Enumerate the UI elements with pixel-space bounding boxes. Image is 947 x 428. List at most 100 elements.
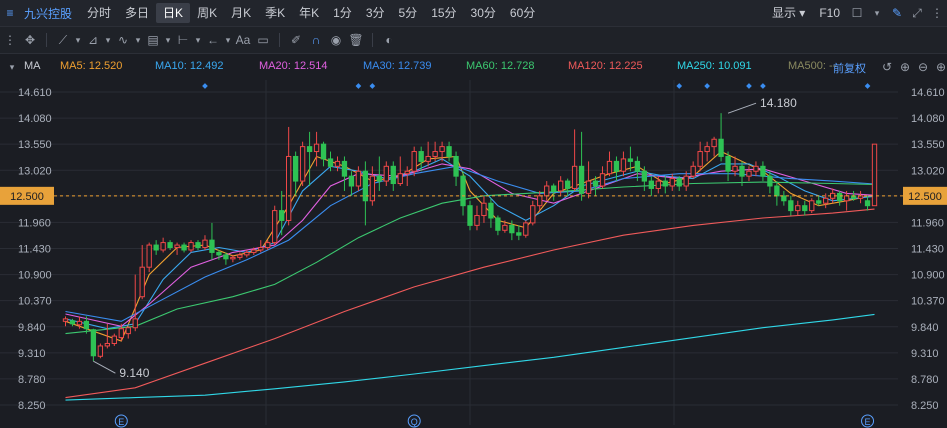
ma20-label: MA20: 12.514 [259, 60, 328, 72]
line-tool-icon[interactable]: ⟋ [53, 30, 73, 50]
left-tick-label: 14.610 [18, 87, 52, 99]
period-tab[interactable]: 多日 [118, 3, 156, 23]
sidebar-expand-icon[interactable]: ≡ [0, 3, 20, 23]
wave-tool-icon[interactable]: ∿ [113, 30, 133, 50]
candle-body [606, 160, 613, 175]
candle-body [816, 200, 822, 204]
period-tab[interactable]: 5分 [392, 3, 425, 23]
adjust-mode-button[interactable]: 前复权 [833, 60, 866, 76]
candle-body [620, 158, 627, 172]
undo-icon[interactable]: ↺ [877, 57, 897, 77]
chevron-down-icon[interactable]: ▾ [223, 30, 233, 50]
signal-marker [704, 83, 710, 89]
annotation-leader [93, 360, 116, 374]
candle-body [195, 242, 201, 249]
period-tab[interactable]: 日K [156, 3, 191, 23]
candle-body [537, 195, 543, 207]
right-tick-label: 11.960 [911, 217, 944, 229]
event-marker-label: E [118, 417, 124, 427]
more-icon[interactable]: ⋮ [927, 3, 947, 23]
candle-body [251, 249, 257, 253]
signal-marker [864, 83, 871, 89]
candle-body [104, 342, 110, 347]
candle-body [265, 242, 271, 249]
candle-body [139, 266, 145, 298]
candle-body [474, 215, 480, 226]
period-tab[interactable]: 周K [190, 3, 224, 23]
period-tab[interactable]: 60分 [503, 3, 542, 23]
candle-body [662, 180, 668, 187]
arrow-tool-icon[interactable]: ← [203, 30, 223, 50]
candle-body [223, 254, 229, 260]
candle-body [481, 202, 487, 217]
candle-body [376, 175, 382, 182]
left-tick-label: 11.430 [18, 244, 51, 256]
signal-marker [369, 83, 376, 89]
toggle-icon[interactable]: ◐ [379, 30, 399, 50]
crosshair-icon[interactable]: ✥ [20, 30, 40, 50]
fullscreen-icon[interactable]: ⤢ [907, 3, 927, 23]
trash-icon[interactable]: 🗑 [346, 30, 366, 50]
candle-body [334, 160, 341, 167]
period-tab[interactable]: 30分 [464, 3, 503, 23]
drawing-toolbar: ⋮ ✥ ⟋ ▾ ⊿ ▾ ∿ ▾ ▤ ▾ ⊢ ▾ ← ▾ Aa ▭ ✐ ∩ ◉ 🗑… [0, 27, 947, 54]
eraser-icon[interactable]: ✐ [286, 30, 306, 50]
comment-icon[interactable]: ▭ [253, 30, 273, 50]
candle-body [397, 173, 403, 185]
chevron-down-icon[interactable]: ▾ [163, 30, 173, 50]
left-tick-label: 10.900 [18, 270, 52, 282]
candle-body [146, 244, 152, 268]
left-tick-label: 13.020 [18, 165, 52, 177]
left-tick-label: 14.080 [18, 113, 52, 125]
period-tab[interactable]: 15分 [424, 3, 463, 23]
text-tool-icon[interactable]: Aa [233, 30, 253, 50]
period-tab[interactable]: 季K [258, 3, 292, 23]
high-price-label: 14.180 [760, 96, 797, 110]
candle-body [125, 327, 131, 335]
candle-body [209, 239, 215, 253]
collapse-icon[interactable]: ▾ [2, 57, 22, 77]
signal-marker [355, 83, 362, 89]
period-tab[interactable]: 分时 [80, 3, 118, 23]
period-tab[interactable]: 3分 [359, 3, 392, 23]
channel-tool-icon[interactable]: ⊿ [83, 30, 103, 50]
right-tick-label: 8.780 [911, 374, 939, 386]
candle-body [404, 170, 410, 175]
checkbox-icon[interactable]: ☐ [847, 3, 867, 23]
candle-body [411, 151, 417, 172]
candle-body [634, 160, 641, 172]
eye-icon[interactable]: ◉ [326, 30, 346, 50]
chevron-down-icon[interactable]: ▾ [867, 3, 887, 23]
period-tab[interactable]: 年K [292, 3, 326, 23]
measure-tool-icon[interactable]: ⊢ [173, 30, 193, 50]
magnet-icon[interactable]: ∩ [306, 30, 326, 50]
add-indicator-icon[interactable]: ⊕ [931, 57, 947, 77]
candle-body [272, 210, 278, 244]
candle-body [564, 180, 571, 189]
stock-name[interactable]: 九兴控股 [20, 5, 72, 22]
zoom-out-icon[interactable]: ⊖ [913, 57, 933, 77]
candle-body [230, 256, 236, 260]
candle-body [453, 155, 459, 177]
indicator-name[interactable]: MA [24, 60, 41, 72]
period-tab[interactable]: 月K [224, 3, 258, 23]
ma500-label: MA500: -- [788, 60, 837, 72]
signal-marker [760, 83, 766, 89]
candle-body [90, 329, 97, 357]
f10-button[interactable]: F10 [812, 3, 847, 23]
top-bar: ≡ 九兴控股 分时 多日 日K 周K 月K 季K 年K 1分 3分 5分 15分 30分 60分 显示 … [0, 0, 947, 27]
chevron-down-icon[interactable]: ▾ [103, 30, 113, 50]
period-tab[interactable]: 1分 [326, 3, 359, 23]
kline-chart[interactable]: 14.610 14.610 14.080 14.080 13.550 13.550 13.0… [0, 80, 947, 428]
candle-body [725, 155, 731, 172]
chevron-down-icon[interactable]: ▾ [73, 30, 83, 50]
pen-icon[interactable]: ✎ [887, 3, 907, 23]
drag-handle-icon[interactable]: ⋮ [0, 30, 20, 50]
candle-body [690, 165, 696, 177]
display-menu-button[interactable]: 显示 ▾ [765, 3, 812, 23]
zoom-in-icon[interactable]: ⊕ [895, 57, 915, 77]
chevron-down-icon[interactable]: ▾ [133, 30, 143, 50]
fib-tool-icon[interactable]: ▤ [143, 30, 163, 50]
candle-body [167, 242, 173, 249]
chevron-down-icon[interactable]: ▾ [193, 30, 203, 50]
